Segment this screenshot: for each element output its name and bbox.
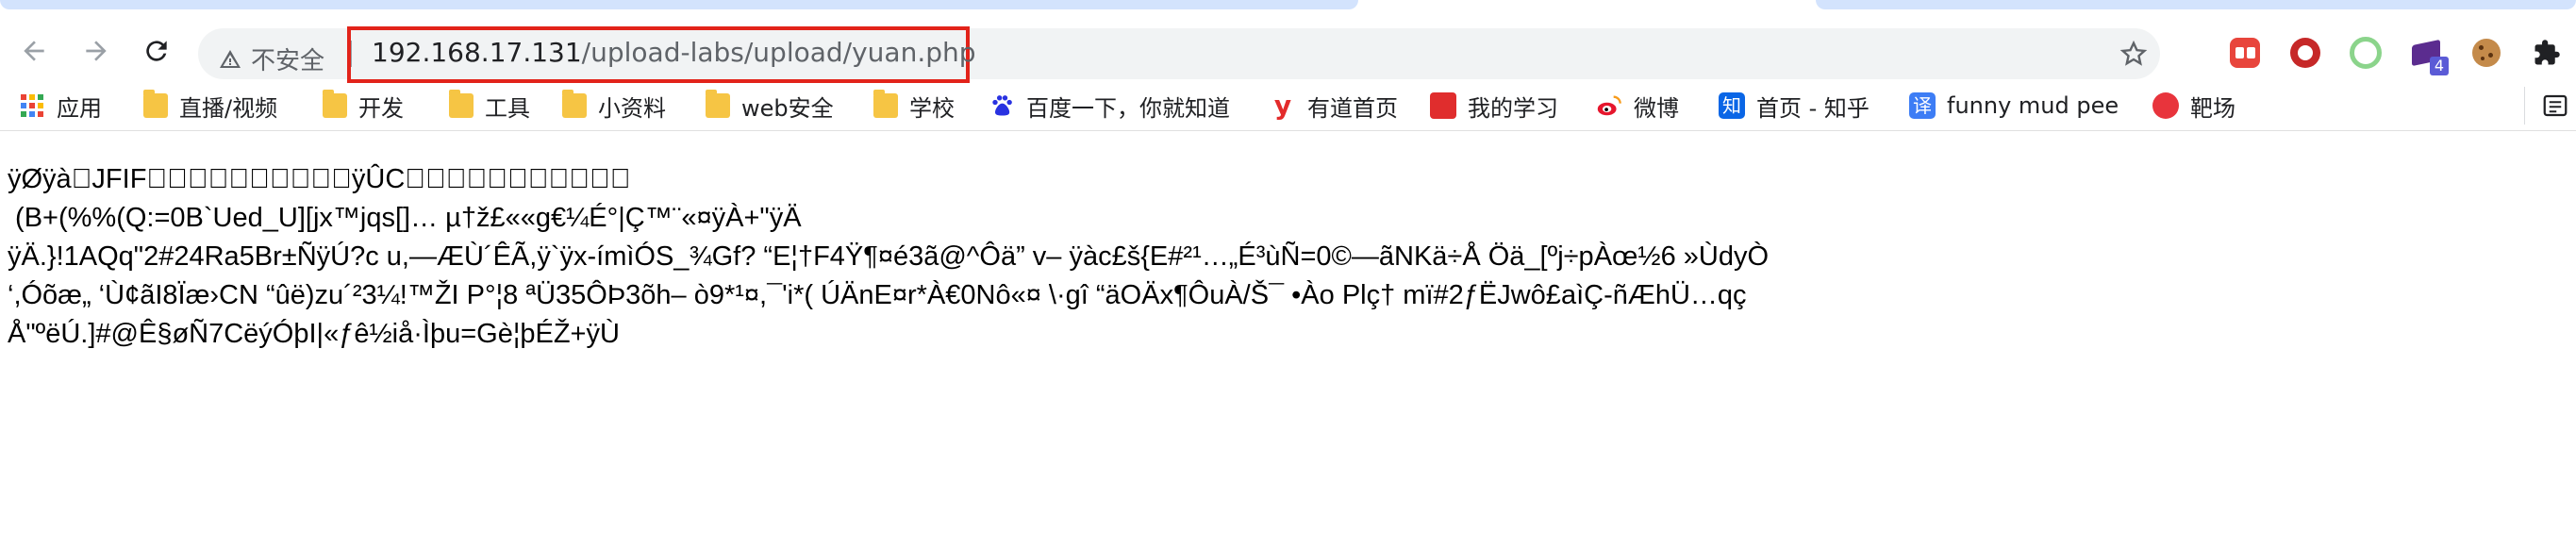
folder-icon bbox=[873, 93, 898, 118]
bookmark-label: web安全 bbox=[741, 90, 834, 123]
warning-triangle-icon bbox=[219, 48, 241, 71]
tab-strip bbox=[0, 0, 2576, 9]
folder-icon bbox=[323, 93, 347, 118]
folder-icon bbox=[449, 93, 474, 118]
bookmark-label: 靶场 bbox=[2190, 90, 2235, 123]
bookmark-star-icon[interactable] bbox=[2119, 39, 2149, 69]
security-indicator[interactable]: 不安全 bbox=[219, 42, 324, 76]
reading-list-icon bbox=[2541, 91, 2569, 120]
extension-speaker-icon[interactable] bbox=[2288, 36, 2322, 70]
security-label: 不安全 bbox=[251, 42, 324, 76]
baidu-paw-icon bbox=[989, 92, 1015, 119]
bookmark-label: 应用 bbox=[57, 90, 102, 123]
bookmark-target-range[interactable]: 靶场 bbox=[2152, 89, 2235, 123]
folder-icon bbox=[706, 93, 730, 118]
extension-graduation-cap-icon[interactable]: 4 bbox=[2409, 36, 2443, 70]
bookmark-label: 小资料 bbox=[598, 90, 666, 123]
bookmark-apps[interactable]: 应用 bbox=[19, 89, 102, 123]
apps-grid-icon bbox=[19, 92, 45, 119]
reload-icon bbox=[141, 36, 172, 66]
extension-cookie-icon[interactable] bbox=[2469, 36, 2503, 70]
extension-badge: 4 bbox=[2430, 57, 2449, 75]
translate-icon: 译 bbox=[1909, 92, 1936, 119]
bookmark-label: 微博 bbox=[1634, 90, 1679, 123]
address-bar[interactable]: 不安全 192.168.17.131/upload-labs/upload/yu… bbox=[198, 28, 2160, 79]
zhihu-icon: 知 bbox=[1719, 92, 1745, 119]
folder-icon bbox=[143, 93, 168, 118]
bookmark-label: 我的学习 bbox=[1468, 90, 1558, 123]
url-host: 192.168.17.131 bbox=[372, 37, 582, 68]
url-text[interactable]: 192.168.17.131/upload-labs/upload/yuan.p… bbox=[372, 37, 976, 68]
bookmark-folder-school[interactable]: 学校 bbox=[873, 89, 955, 123]
bookmark-label: 百度一下，你就知道 bbox=[1026, 90, 1230, 123]
extension-red-icon[interactable] bbox=[2228, 36, 2262, 70]
bookmark-funny-mud-pee[interactable]: 译 funny mud pee bbox=[1909, 89, 2119, 123]
active-tab-edge[interactable] bbox=[0, 0, 1358, 9]
bookmarks-bar: 应用 直播/视频 开发 工具 小资料 web安全 学校 百度一下，你就知道 y … bbox=[0, 81, 2576, 130]
bookmark-folder-resources[interactable]: 小资料 bbox=[562, 89, 666, 123]
bookmark-label: 直播/视频 bbox=[179, 90, 277, 123]
bookmark-folder-live-video[interactable]: 直播/视频 bbox=[143, 89, 277, 123]
weibo-icon bbox=[1596, 92, 1622, 119]
reload-button[interactable] bbox=[134, 28, 179, 74]
bookmark-my-study[interactable]: 我的学习 bbox=[1430, 89, 1558, 123]
bookmark-youdao[interactable]: y 有道首页 bbox=[1270, 89, 1398, 123]
extensions-puzzle-icon[interactable] bbox=[2530, 36, 2564, 70]
forward-button[interactable] bbox=[74, 28, 119, 74]
bookmark-label: 开发 bbox=[358, 90, 404, 123]
bookmarks-divider bbox=[2524, 87, 2525, 125]
bookmark-zhihu[interactable]: 知 首页 - 知乎 bbox=[1719, 89, 1870, 123]
youdao-icon: y bbox=[1270, 92, 1296, 119]
tab-edge[interactable] bbox=[1816, 0, 2576, 9]
bookmark-folder-web-security[interactable]: web安全 bbox=[706, 89, 834, 123]
reading-list-button[interactable] bbox=[2541, 89, 2569, 123]
puzzle-icon bbox=[2533, 39, 2561, 67]
bookmark-baidu[interactable]: 百度一下，你就知道 bbox=[989, 89, 1230, 123]
bookmark-label: 学校 bbox=[909, 90, 955, 123]
red-book-icon bbox=[1430, 92, 1456, 119]
raw-file-content: ÿØÿà JFIF      ÿÛC    … bbox=[8, 160, 1781, 354]
folder-icon bbox=[562, 93, 587, 118]
bookmark-label: 首页 - 知乎 bbox=[1756, 90, 1870, 123]
forward-arrow-icon bbox=[81, 36, 111, 66]
bookmark-label: funny mud pee bbox=[1947, 92, 2119, 119]
browser-toolbar: 不安全 192.168.17.131/upload-labs/upload/yu… bbox=[0, 9, 2576, 77]
bookmark-label: 有道首页 bbox=[1307, 90, 1398, 123]
back-arrow-icon bbox=[19, 36, 49, 66]
bookmark-label: 工具 bbox=[485, 90, 530, 123]
bookmark-folder-dev[interactable]: 开发 bbox=[323, 89, 404, 123]
back-button[interactable] bbox=[11, 28, 57, 74]
toolbar-divider bbox=[0, 130, 2576, 131]
bookmark-weibo[interactable]: 微博 bbox=[1596, 89, 1679, 123]
extension-ring-icon[interactable] bbox=[2349, 36, 2383, 70]
url-path: /upload-labs/upload/yuan.php bbox=[582, 37, 976, 68]
bookmark-folder-tools[interactable]: 工具 bbox=[449, 89, 530, 123]
bilibili-red-icon bbox=[2152, 92, 2179, 119]
